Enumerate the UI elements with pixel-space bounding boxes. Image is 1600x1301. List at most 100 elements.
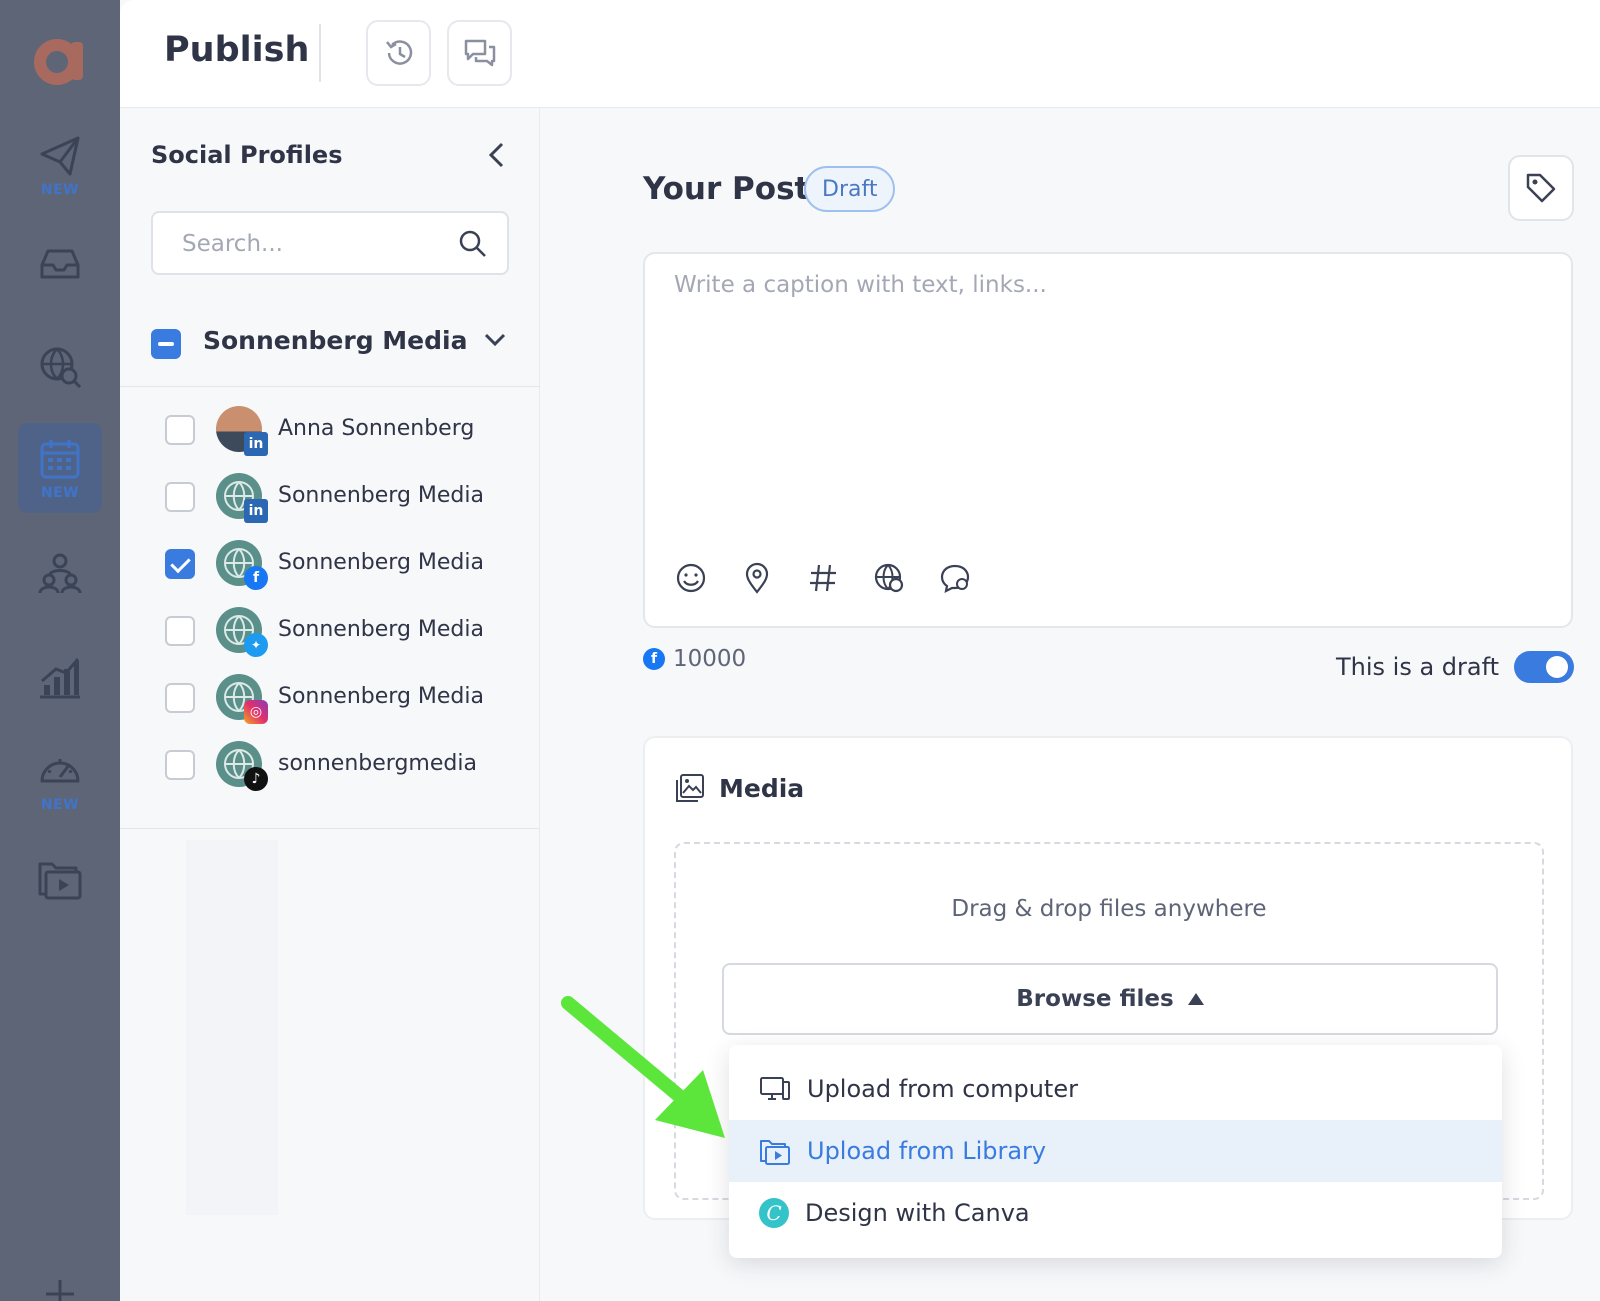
hashtag-icon [810, 564, 836, 592]
profile-row[interactable]: ✦ Sonnenberg Media [120, 598, 540, 665]
profile-checkbox[interactable] [165, 482, 195, 512]
linkedin-icon: in [244, 499, 268, 523]
profile-name: Sonnenberg Media [278, 617, 484, 642]
history-icon [385, 40, 412, 65]
group-name: Sonnenberg Media [203, 326, 468, 355]
tag-button[interactable] [1508, 155, 1574, 221]
page-title: Publish [164, 30, 310, 70]
facebook-icon: f [244, 566, 268, 590]
rail-new-tag: NEW [40, 182, 80, 198]
profile-row[interactable]: ♪ sonnenbergmedia [120, 732, 540, 799]
rail-publish[interactable]: NEW [18, 120, 102, 210]
globe-search-icon [40, 347, 82, 389]
profile-row[interactable]: in Sonnenberg Media [120, 464, 540, 531]
linkedin-icon: in [244, 432, 268, 456]
media-library-icon [38, 862, 82, 900]
rail-new-tag: NEW [40, 485, 80, 501]
profile-name: Sonnenberg Media [278, 550, 484, 575]
location-button[interactable] [740, 561, 774, 595]
app-header: Publish [120, 0, 1600, 108]
comment-icon [940, 564, 970, 593]
profile-group: Sonnenberg Media [120, 293, 540, 387]
inbox-icon [40, 249, 80, 279]
profile-checkbox[interactable] [165, 549, 195, 579]
rail-audience[interactable] [18, 528, 102, 618]
rail-new-tag: NEW [40, 797, 80, 813]
location-pin-icon [745, 562, 769, 594]
caption-input[interactable] [674, 272, 1534, 532]
rail-analytics[interactable] [18, 632, 102, 722]
emoji-button[interactable] [674, 561, 708, 595]
profile-name: sonnenbergmedia [278, 751, 477, 776]
comments-icon [464, 39, 495, 67]
rail-performance[interactable]: NEW [18, 735, 102, 825]
tag-icon [1526, 173, 1556, 203]
profile-search [151, 211, 509, 275]
search-icon[interactable] [457, 228, 489, 260]
upload-from-computer-item[interactable]: Upload from computer [729, 1058, 1502, 1120]
profile-row[interactable]: f Sonnenberg Media [120, 531, 540, 598]
upload-from-library-item[interactable]: Upload from Library [729, 1120, 1502, 1182]
comments-button[interactable] [447, 20, 512, 86]
globe-settings-icon [874, 563, 904, 593]
image-icon [676, 774, 704, 802]
profile-checkbox[interactable] [165, 750, 195, 780]
upload-menu: Upload from computer Upload from Library… [729, 1045, 1502, 1258]
collapse-panel-icon[interactable] [482, 138, 510, 172]
social-profiles-panel: Social Profiles Sonnenberg Media in Anna… [120, 108, 540, 1301]
placeholder-block [186, 840, 278, 1215]
browse-files-label: Browse files [1016, 986, 1174, 1012]
analytics-icon [40, 658, 80, 699]
draft-toggle[interactable] [1514, 651, 1574, 683]
comment-button[interactable] [938, 561, 972, 595]
media-title: Media [719, 774, 805, 803]
tiktok-icon: ♪ [244, 767, 268, 791]
dropzone-text: Drag & drop files anywhere [951, 896, 1267, 922]
caption-editor [643, 252, 1573, 628]
first-comment-button[interactable] [872, 561, 906, 595]
history-button[interactable] [366, 20, 431, 86]
profile-list: in Anna Sonnenberg in Sonnenberg Media f… [120, 387, 540, 799]
instagram-icon: ◎ [244, 700, 268, 724]
rail-calendar[interactable]: NEW [18, 423, 102, 513]
twitter-icon: ✦ [244, 633, 268, 657]
profile-checkbox[interactable] [165, 683, 195, 713]
paper-plane-icon [40, 136, 80, 176]
annotation-arrow-icon [561, 996, 725, 1138]
search-input[interactable] [182, 229, 442, 259]
editor-toolbar [674, 561, 972, 595]
profile-name: Sonnenberg Media [278, 684, 484, 709]
panel-title: Social Profiles [151, 141, 343, 169]
status-badge: Draft [804, 166, 896, 212]
design-with-canva-item[interactable]: C Design with Canva [729, 1182, 1502, 1244]
calendar-icon [40, 440, 80, 479]
rail-listening[interactable] [18, 322, 102, 412]
menu-item-label: Upload from computer [807, 1075, 1078, 1103]
hashtag-button[interactable] [806, 561, 840, 595]
canva-icon: C [759, 1198, 789, 1228]
browse-files-button[interactable]: Browse files [722, 963, 1498, 1035]
profile-checkbox[interactable] [165, 415, 195, 445]
add-icon[interactable] [42, 1276, 78, 1301]
rail-inbox[interactable] [18, 218, 102, 308]
profile-checkbox[interactable] [165, 616, 195, 646]
panel-divider [120, 828, 540, 829]
character-count: f 10000 [643, 646, 746, 672]
gauge-icon [40, 759, 80, 783]
profile-row[interactable]: ◎ Sonnenberg Media [120, 665, 540, 732]
profile-name: Sonnenberg Media [278, 483, 484, 508]
emoji-icon [676, 563, 706, 593]
chevron-down-icon[interactable] [482, 327, 508, 353]
rail-library[interactable] [18, 833, 102, 923]
menu-item-label: Design with Canva [805, 1199, 1030, 1227]
facebook-icon: f [643, 648, 665, 670]
monitor-icon [760, 1077, 790, 1100]
post-title: Your Post [643, 171, 810, 207]
app-logo[interactable] [33, 32, 87, 86]
caret-up-icon [1187, 993, 1204, 1005]
media-library-icon [760, 1140, 790, 1165]
app-rail: NEW NEW NEW [0, 0, 120, 1301]
group-checkbox[interactable] [151, 329, 181, 359]
people-icon [38, 553, 82, 594]
profile-row[interactable]: in Anna Sonnenberg [120, 397, 540, 464]
